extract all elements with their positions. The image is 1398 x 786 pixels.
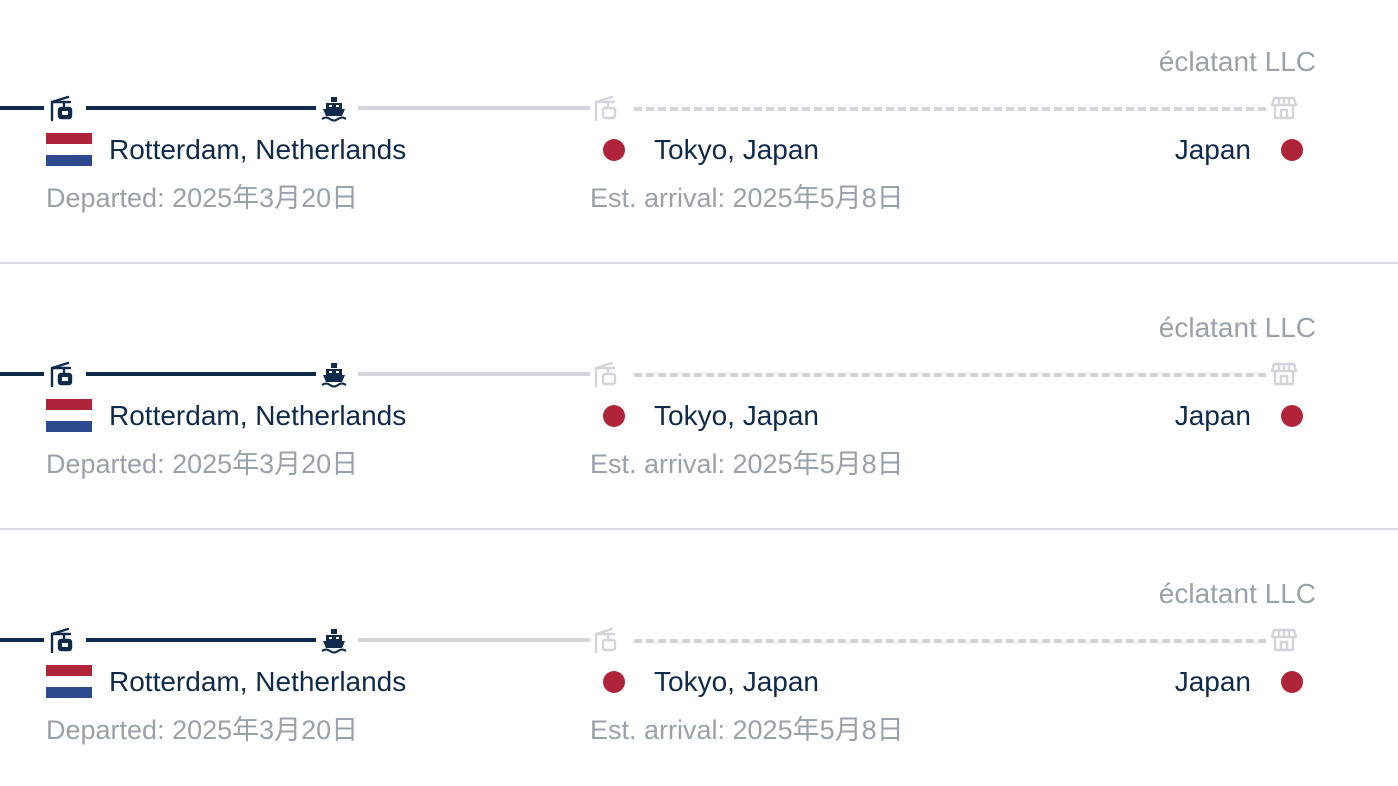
route-segment-in-transit (358, 106, 590, 110)
netherlands-flag-icon (46, 133, 92, 166)
route-segment-in-transit (358, 638, 590, 642)
port-crane-icon (592, 626, 620, 654)
route-segment-upcoming (634, 107, 1266, 111)
destination-port-location: Tokyo, Japan (654, 134, 819, 165)
destination-port-location: Tokyo, Japan (654, 666, 819, 697)
store-icon (1270, 626, 1298, 654)
shipment-card[interactable]: éclatant LLC Rotterdam, Netherlands Depa… (0, 0, 1398, 264)
japan-flag-icon (603, 671, 625, 693)
port-crane-icon (48, 626, 76, 654)
route-segment-in-transit (358, 372, 590, 376)
origin-location: Rotterdam, Netherlands (109, 134, 407, 165)
japan-flag-icon (1281, 671, 1303, 693)
departed-date: Departed: 2025年3月20日 (46, 715, 359, 745)
company-name: éclatant LLC (1158, 46, 1316, 77)
destination-port-location: Tokyo, Japan (654, 400, 819, 431)
route-segment-completed (0, 106, 44, 110)
final-destination-location: Japan (1174, 134, 1251, 165)
departed-date: Departed: 2025年3月20日 (46, 183, 359, 213)
route-segment-completed (86, 106, 316, 110)
departed-date: Departed: 2025年3月20日 (46, 449, 359, 479)
port-crane-icon (592, 360, 620, 388)
estimated-arrival-date: Est. arrival: 2025年5月8日 (590, 183, 904, 213)
japan-flag-icon (603, 405, 625, 427)
netherlands-flag-icon (46, 665, 92, 698)
shipment-card[interactable]: éclatant LLC Rotterdam, Netherlands Depa… (0, 532, 1398, 786)
shipment-card[interactable]: éclatant LLC Rotterdam, Netherlands Depa… (0, 266, 1398, 530)
route-segment-upcoming (634, 639, 1266, 643)
route-segment-upcoming (634, 373, 1266, 377)
origin-location: Rotterdam, Netherlands (109, 666, 407, 697)
store-icon (1270, 94, 1298, 122)
route-segment-completed (86, 372, 316, 376)
port-crane-icon (48, 360, 76, 388)
ship-icon (320, 626, 348, 654)
ship-icon (320, 94, 348, 122)
store-icon (1270, 360, 1298, 388)
company-name: éclatant LLC (1158, 578, 1316, 609)
ship-icon (320, 360, 348, 388)
route-segment-completed (86, 638, 316, 642)
estimated-arrival-date: Est. arrival: 2025年5月8日 (590, 449, 904, 479)
port-crane-icon (592, 94, 620, 122)
divider (0, 528, 1398, 530)
estimated-arrival-date: Est. arrival: 2025年5月8日 (590, 715, 904, 745)
japan-flag-icon (603, 139, 625, 161)
final-destination-location: Japan (1174, 400, 1251, 431)
origin-location: Rotterdam, Netherlands (109, 400, 407, 431)
company-name: éclatant LLC (1158, 312, 1316, 343)
shipment-list: éclatant LLC Rotterdam, Netherlands Depa… (0, 0, 1398, 786)
netherlands-flag-icon (46, 399, 92, 432)
japan-flag-icon (1281, 139, 1303, 161)
final-destination-location: Japan (1174, 666, 1251, 697)
japan-flag-icon (1281, 405, 1303, 427)
route-segment-completed (0, 638, 44, 642)
port-crane-icon (48, 94, 76, 122)
divider (0, 262, 1398, 264)
route-segment-completed (0, 372, 44, 376)
